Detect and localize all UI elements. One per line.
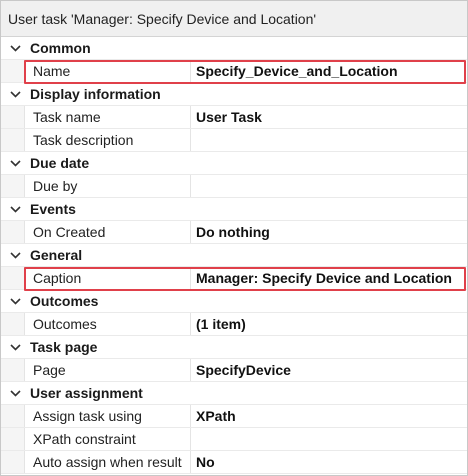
- category-user-assignment[interactable]: User assignment: [1, 382, 467, 405]
- chevron-down-icon[interactable]: [8, 37, 22, 59]
- chevron-down-icon[interactable]: [8, 244, 22, 266]
- property-value[interactable]: User Task: [192, 106, 467, 128]
- property-name: Caption: [24, 267, 191, 289]
- property-name: Assign task using: [24, 405, 191, 427]
- property-value[interactable]: XPath: [192, 405, 467, 427]
- property-row-page[interactable]: Page SpecifyDevice: [1, 359, 467, 382]
- property-value[interactable]: Do nothing: [192, 221, 467, 243]
- category-due-date[interactable]: Due date: [1, 152, 467, 175]
- property-name: On Created: [24, 221, 191, 243]
- property-name: Due by: [24, 175, 191, 197]
- property-value[interactable]: Specify_Device_and_Location: [192, 60, 467, 82]
- chevron-down-icon[interactable]: [8, 336, 22, 358]
- category-general[interactable]: General: [1, 244, 467, 267]
- category-label: Due date: [30, 155, 90, 171]
- property-value[interactable]: [192, 428, 467, 450]
- property-name: Outcomes: [24, 313, 191, 335]
- category-label: Display information: [30, 86, 161, 102]
- property-name: XPath constraint: [24, 428, 191, 450]
- category-label: Outcomes: [30, 293, 99, 309]
- property-name: Task description: [24, 129, 191, 151]
- property-value[interactable]: Manager: Specify Device and Location: [192, 267, 467, 289]
- chevron-down-icon[interactable]: [8, 83, 22, 105]
- property-row-xpath-constraint[interactable]: XPath constraint: [1, 428, 467, 451]
- property-row-auto-assign[interactable]: Auto assign when result No: [1, 451, 467, 474]
- chevron-down-icon[interactable]: [8, 198, 22, 220]
- property-value[interactable]: [192, 129, 467, 151]
- property-row-caption[interactable]: Caption Manager: Specify Device and Loca…: [1, 267, 467, 290]
- property-name: Page: [24, 359, 191, 381]
- property-row-on-created[interactable]: On Created Do nothing: [1, 221, 467, 244]
- category-label: User assignment: [30, 385, 143, 401]
- property-row-outcomes[interactable]: Outcomes (1 item): [1, 313, 467, 336]
- category-common[interactable]: Common: [1, 37, 467, 60]
- category-label: Events: [30, 201, 76, 217]
- category-label: Task page: [30, 339, 98, 355]
- property-row-due-by[interactable]: Due by: [1, 175, 467, 198]
- window-title: User task 'Manager: Specify Device and L…: [1, 1, 467, 37]
- chevron-down-icon[interactable]: [8, 152, 22, 174]
- property-row-task-name[interactable]: Task name User Task: [1, 106, 467, 129]
- property-row-name[interactable]: Name Specify_Device_and_Location: [1, 60, 467, 83]
- category-events[interactable]: Events: [1, 198, 467, 221]
- property-row-task-description[interactable]: Task description: [1, 129, 467, 152]
- property-row-assign-task-using[interactable]: Assign task using XPath: [1, 405, 467, 428]
- property-value[interactable]: SpecifyDevice: [192, 359, 467, 381]
- category-display-information[interactable]: Display information: [1, 83, 467, 106]
- category-outcomes[interactable]: Outcomes: [1, 290, 467, 313]
- property-name: Task name: [24, 106, 191, 128]
- chevron-down-icon[interactable]: [8, 290, 22, 312]
- properties-window: User task 'Manager: Specify Device and L…: [0, 0, 468, 476]
- property-value[interactable]: No: [192, 451, 467, 473]
- category-label: General: [30, 247, 83, 263]
- property-name: Auto assign when result: [24, 451, 191, 473]
- category-label: Common: [30, 40, 91, 56]
- category-task-page[interactable]: Task page: [1, 336, 467, 359]
- property-value[interactable]: [192, 175, 467, 197]
- property-name: Name: [24, 60, 191, 82]
- property-value[interactable]: (1 item): [192, 313, 467, 335]
- property-grid: Common Name Specify_Device_and_Location …: [1, 37, 467, 474]
- chevron-down-icon[interactable]: [8, 382, 22, 404]
